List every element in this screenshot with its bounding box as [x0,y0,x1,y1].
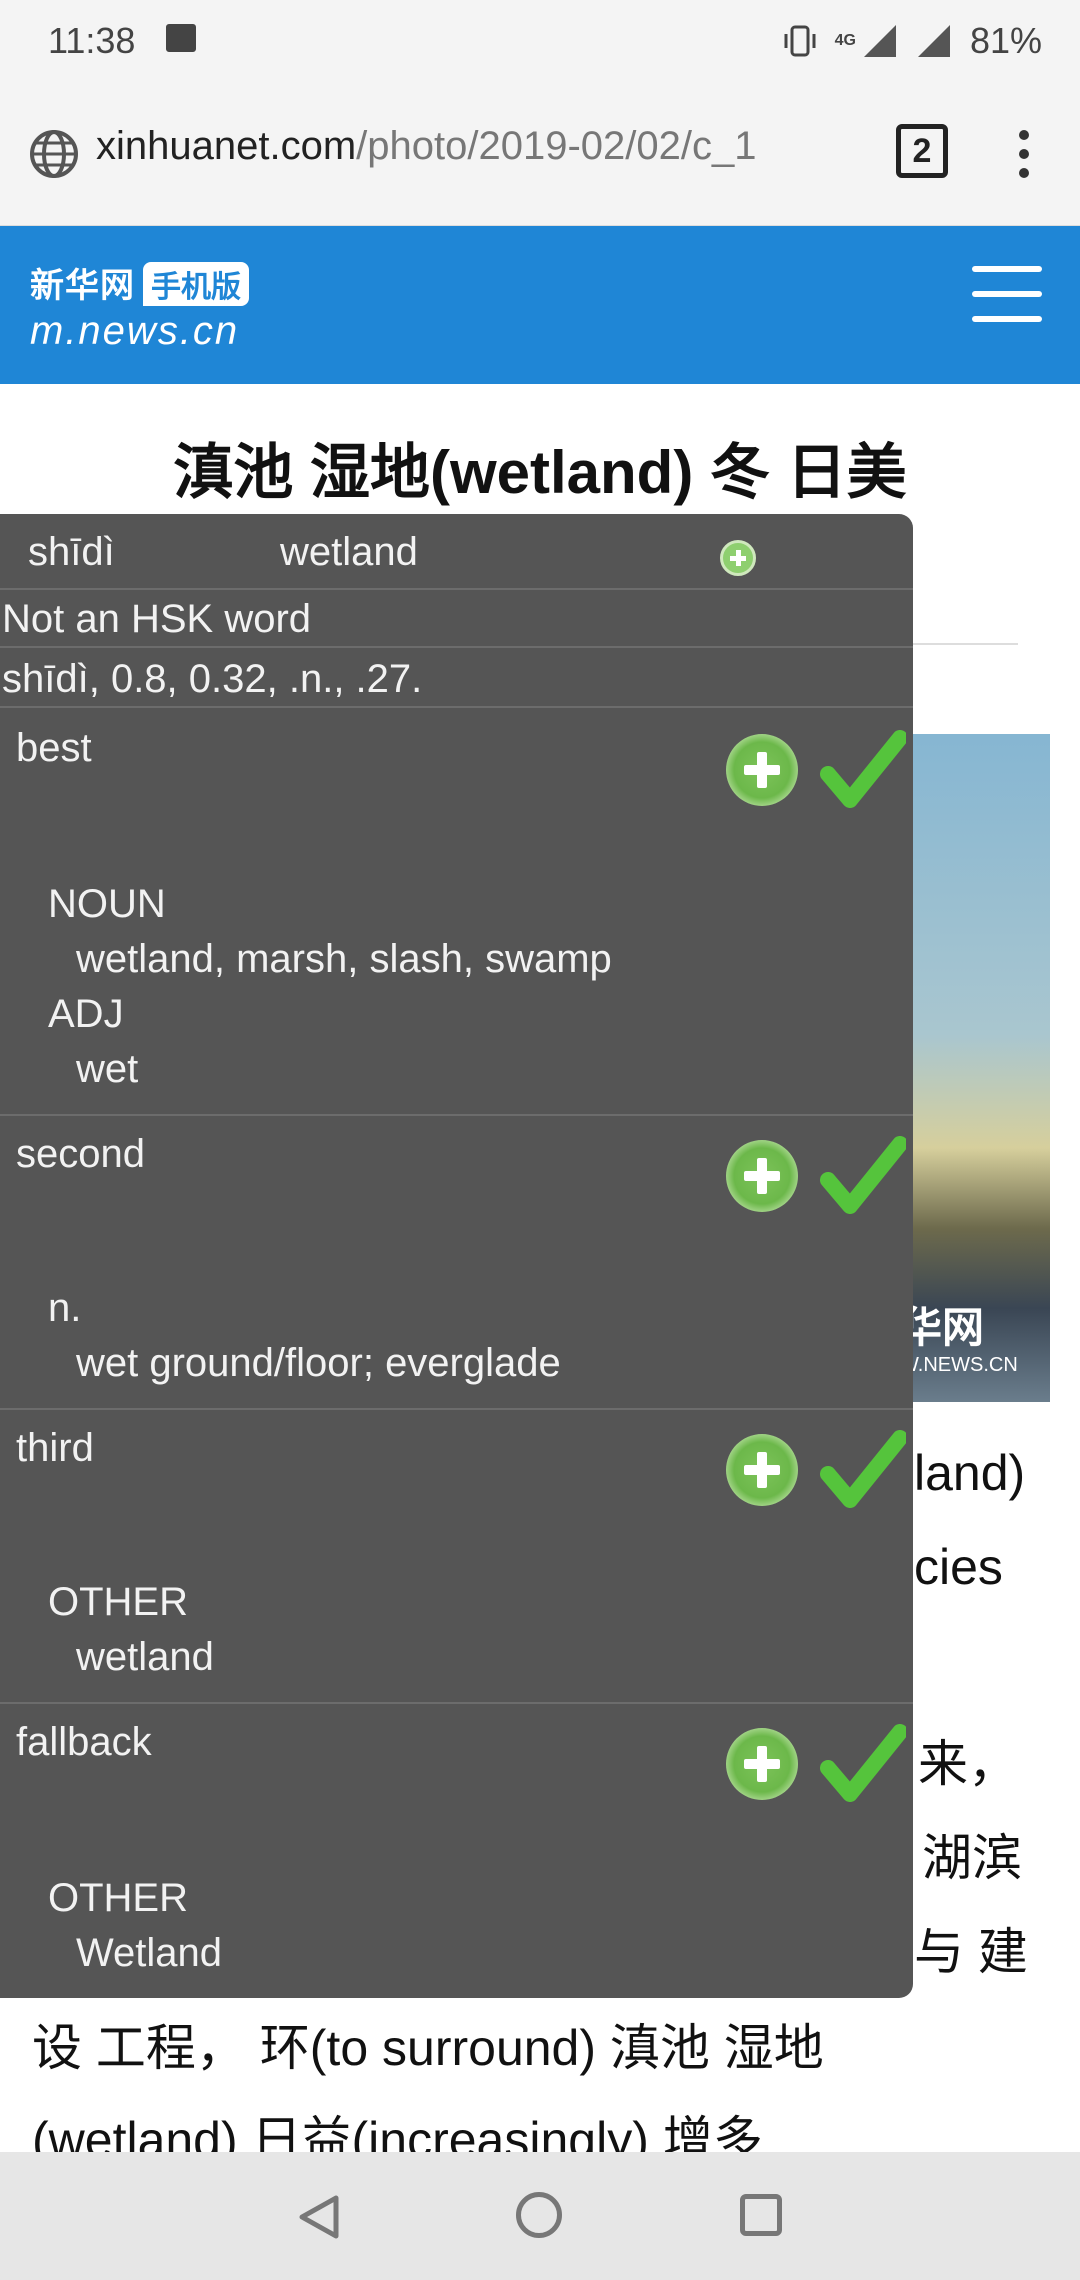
add-definition-icon[interactable] [726,734,798,806]
hsk-level: Not an HSK word [0,590,913,648]
logo-text: 新华网 [30,267,135,305]
part-of-speech: ADJ [48,992,124,1036]
status-time: 11:38 [48,20,136,61]
url-field[interactable]: xinhuanet.com/photo/2019-02/02/c_1 [96,124,862,169]
definition-section-second: second n. wet ground/floor; everglade [0,1116,913,1410]
status-icons: 4G 81% [783,20,1042,62]
status-bar: 11:38 4G 81% [0,0,1080,78]
part-of-speech: OTHER [48,1580,188,1624]
site-header: 新华网 手机版 m.news.cn [0,226,1080,384]
url-domain: xinhuanet.com [96,124,357,168]
logo-url: m.news.cn [30,309,240,353]
definition-text: wet ground/floor; everglade [76,1341,561,1385]
text-fragment: cies [914,1539,1003,1595]
photo-watermark-sub: W.NEWS.CN [900,1354,1018,1376]
article-title: 滇池 湿地(wetland) 冬 日美 [173,439,907,506]
article-text-line: (wetland) 日益(increasingly) 增多 [32,2112,763,2152]
text-fragment: land) [914,1445,1026,1501]
section-title: best [16,726,92,770]
word-stats: shīdì, 0.8, 0.32, .n., .27. [0,650,913,708]
add-definition-icon[interactable] [726,1434,798,1506]
home-icon[interactable] [516,2192,562,2238]
browser-toolbar: xinhuanet.com/photo/2019-02/02/c_1 2 [0,78,1080,226]
vibrate-icon [784,25,816,57]
check-icon[interactable] [820,1428,906,1514]
overflow-menu-icon[interactable] [1016,130,1032,178]
article-photo[interactable]: 华网 W.NEWS.CN [900,734,1050,1402]
add-definition-icon[interactable] [726,1728,798,1800]
article-text-line: 设 工程， 环(to surround) 滇池 湿地 [32,2020,824,2076]
network-type: 4G [834,32,856,49]
tab-switcher-button[interactable]: 2 [896,124,948,178]
definition-text: wet [76,1047,139,1091]
site-logo[interactable]: 新华网 手机版 m.news.cn [30,258,270,358]
back-icon[interactable] [296,2194,342,2240]
popup-word: wetland [280,530,418,574]
text-fragment: 来， [918,1736,1018,1792]
add-word-icon[interactable] [720,540,756,576]
check-icon[interactable] [820,728,906,814]
hamburger-menu-icon[interactable] [972,266,1042,322]
popup-pinyin: shīdì [28,530,115,574]
add-definition-icon[interactable] [726,1140,798,1212]
definition-text: Wetland [76,1931,223,1975]
check-icon[interactable] [820,1722,906,1808]
image-notification-icon [166,24,196,52]
definition-section-best: best NOUN wetland, marsh, slash, swamp A… [0,710,913,1116]
site-info-icon[interactable] [28,128,80,180]
url-path: /photo/2019-02/02/c_1 [356,124,757,168]
section-title: second [16,1132,145,1176]
definition-text: wetland [76,1635,214,1679]
text-fragment: 与 建 [914,1924,1028,1980]
dictionary-popup: shīdì wetland Not an HSK word shīdì, 0.8… [0,514,913,1998]
battery-level: 81% [969,20,1042,61]
part-of-speech: OTHER [48,1876,188,1920]
check-icon[interactable] [820,1134,906,1220]
text-fragment: 湖滨 [922,1830,1022,1886]
logo-badge: 手机版 [143,262,249,306]
system-navigation-bar [0,2152,1080,2280]
popup-header: shīdì wetland [0,514,913,590]
section-title: third [16,1426,94,1470]
part-of-speech: NOUN [48,882,166,926]
signal-icon [863,25,896,57]
definition-section-third: third OTHER wetland [0,1410,913,1704]
section-title: fallback [16,1720,152,1764]
photo-watermark: 华网 [900,1304,985,1351]
definition-section-fallback: fallback OTHER Wetland [0,1704,913,1998]
signal-roaming-icon [917,25,950,57]
definition-text: wetland, marsh, slash, swamp [76,937,612,981]
part-of-speech: n. [48,1286,82,1330]
recent-apps-icon[interactable] [740,2194,782,2236]
